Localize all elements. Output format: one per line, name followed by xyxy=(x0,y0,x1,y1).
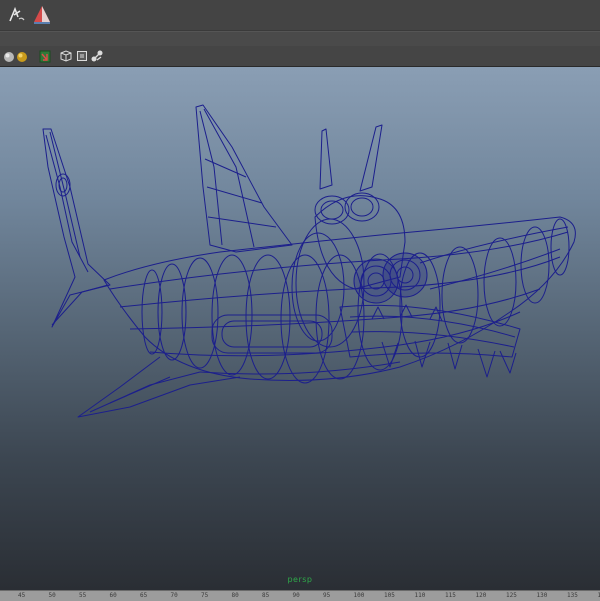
main-shelf-bar xyxy=(0,0,600,31)
frame-select-icon[interactable] xyxy=(37,48,53,64)
panel-menu-strip xyxy=(0,31,600,47)
camera-label: persp xyxy=(0,575,600,584)
timeline-tick: 50 xyxy=(49,592,56,599)
timeline-tick: 130 xyxy=(537,592,548,599)
textured-sphere-icon[interactable] xyxy=(14,48,30,64)
timeline-tick: 125 xyxy=(506,592,517,599)
timeline-tick: 105 xyxy=(384,592,395,599)
timeline-tick: 115 xyxy=(445,592,456,599)
perspective-viewport[interactable]: persp xyxy=(0,67,600,590)
timeline-tick: 95 xyxy=(323,592,330,599)
xray-icon[interactable] xyxy=(89,48,105,64)
timeline-tick: 45 xyxy=(18,592,25,599)
timeline-tick: 80 xyxy=(232,592,239,599)
camera-shelf-icon[interactable] xyxy=(30,3,54,27)
viewport-toolbar xyxy=(0,46,600,67)
timeline-tick: 60 xyxy=(110,592,117,599)
timeline-tick: 75 xyxy=(201,592,208,599)
timeline-tick: 65 xyxy=(140,592,147,599)
axis-tool-icon[interactable] xyxy=(5,3,29,27)
time-slider[interactable]: 45 50 55 60 65 70 75 80 85 90 95 100 105 110 115 120 125… xyxy=(0,590,600,601)
cube-wire-icon[interactable] xyxy=(58,48,74,64)
timeline-tick: 135 xyxy=(567,592,578,599)
timeline-tick: 120 xyxy=(476,592,487,599)
timeline-tick: 90 xyxy=(293,592,300,599)
timeline-tick: 110 xyxy=(415,592,426,599)
timeline-tick: 55 xyxy=(79,592,86,599)
shark-wireframe-model[interactable] xyxy=(0,67,600,590)
timeline-tick: 100 xyxy=(354,592,365,599)
timeline-tick: 70 xyxy=(171,592,178,599)
timeline-tick: 85 xyxy=(262,592,269,599)
cube-shaded-icon[interactable] xyxy=(74,48,90,64)
